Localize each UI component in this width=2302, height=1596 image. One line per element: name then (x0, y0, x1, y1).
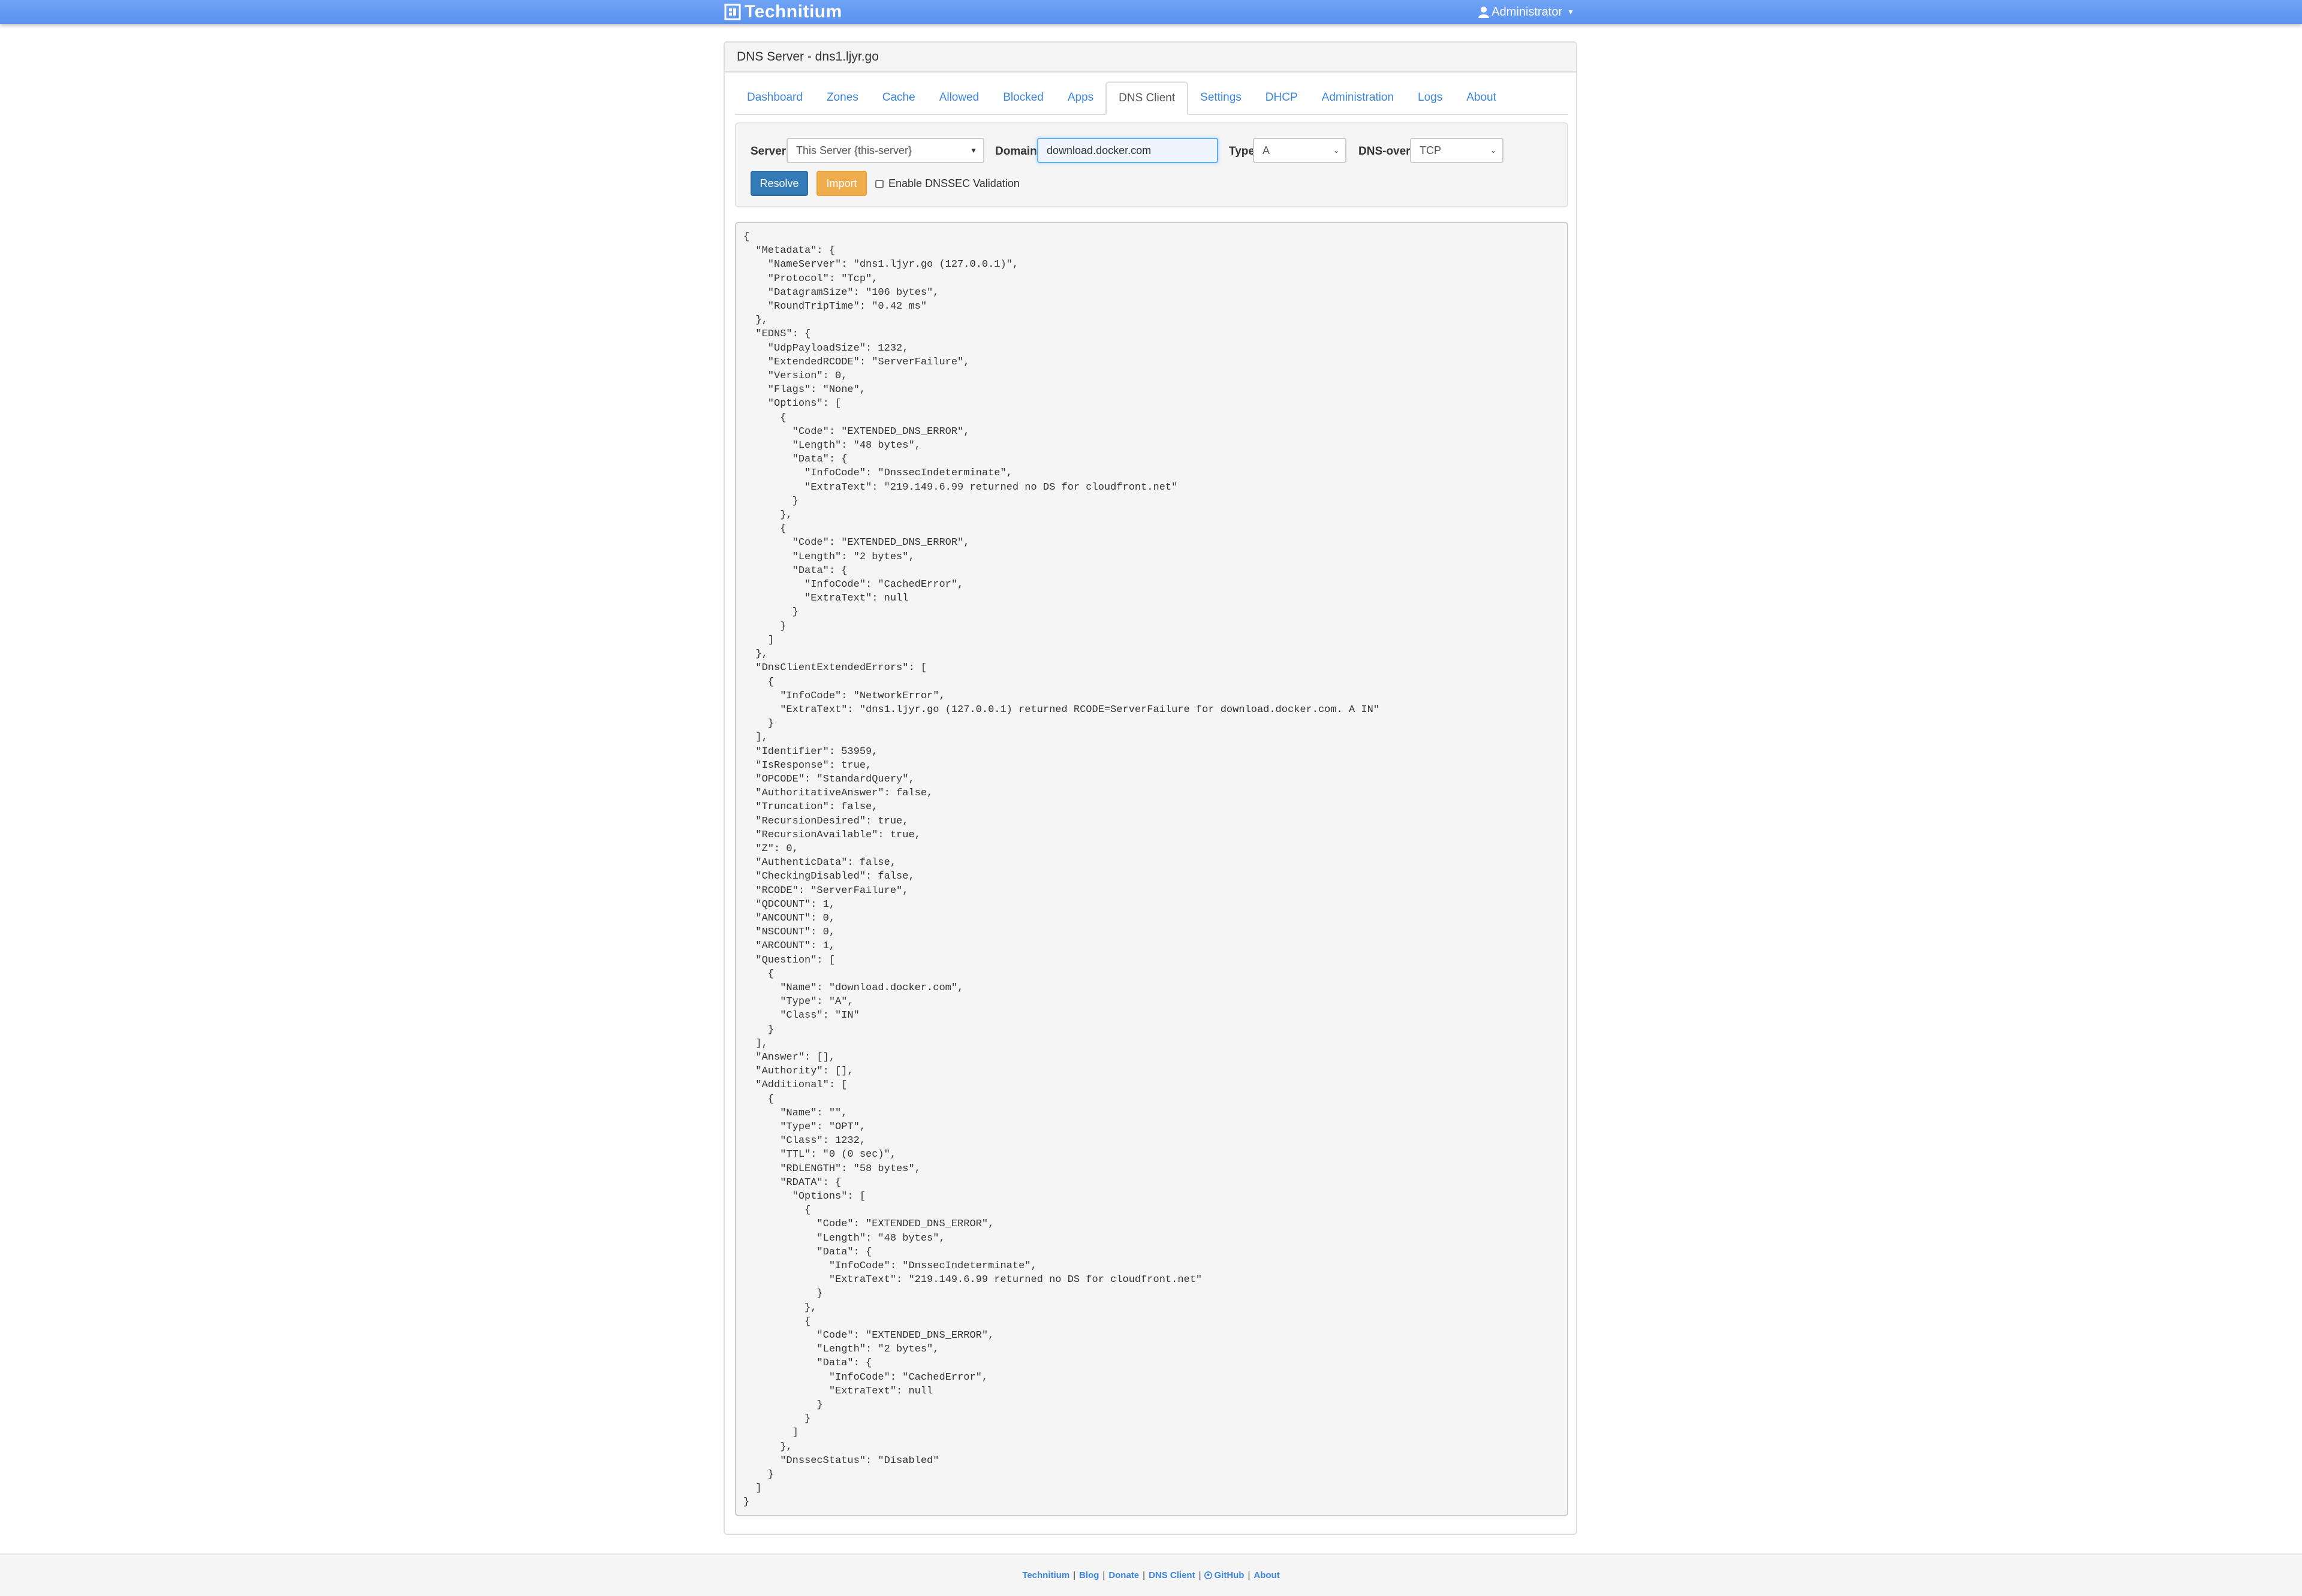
footer-separator: | (1102, 1570, 1105, 1580)
top-navbar: Technitium Administrator ▼ (0, 0, 2302, 24)
dns-client-form: Server This Server {this-server} ▼ Domai… (735, 122, 1568, 207)
github-label: GitHub (1214, 1570, 1245, 1580)
type-label: Type (1229, 145, 1255, 158)
dnssec-checkbox[interactable]: Enable DNSSEC Validation (875, 177, 1020, 190)
response-json: { "Metadata": { "NameServer": "dns1.ljyr… (743, 231, 1379, 1508)
server-label: Server (751, 145, 787, 158)
caret-down-icon: ▼ (1567, 8, 1574, 16)
footer-link-blog[interactable]: Blog (1079, 1570, 1099, 1580)
domain-label: Domain (995, 145, 1037, 158)
tab-zones[interactable]: Zones (815, 82, 870, 114)
chevron-down-icon: ⌄ (1490, 146, 1496, 155)
tab-apps[interactable]: Apps (1056, 82, 1105, 114)
tab-blocked[interactable]: Blocked (991, 82, 1056, 114)
protocol-value: TCP (1420, 144, 1441, 156)
tab-logs[interactable]: Logs (1406, 82, 1454, 114)
brand-name: Technitium (745, 2, 842, 22)
tab-administration[interactable]: Administration (1310, 82, 1406, 114)
import-button[interactable]: Import (816, 171, 867, 196)
technitium-logo-icon (724, 4, 741, 20)
protocol-select[interactable]: TCP ⌄ (1410, 138, 1503, 163)
type-value: A (1263, 144, 1270, 156)
chevron-down-icon: ⌄ (1333, 146, 1339, 155)
caret-down-icon: ▼ (970, 146, 977, 155)
tab-dashboard[interactable]: Dashboard (735, 82, 815, 114)
dnssec-label: Enable DNSSEC Validation (888, 177, 1020, 189)
server-select[interactable]: This Server {this-server} ▼ (787, 138, 984, 163)
footer-separator: | (1198, 1570, 1201, 1580)
server-value: This Server {this-server} (796, 144, 912, 156)
tab-about[interactable]: About (1454, 82, 1508, 114)
github-icon (1204, 1571, 1213, 1579)
tab-bar: Dashboard Zones Cache Allowed Blocked Ap… (735, 82, 1568, 115)
brand-link[interactable]: Technitium (724, 1, 842, 23)
response-output: { "Metadata": { "NameServer": "dns1.ljyr… (735, 222, 1568, 1516)
tab-allowed[interactable]: Allowed (927, 82, 992, 114)
tab-dhcp[interactable]: DHCP (1254, 82, 1310, 114)
type-select[interactable]: A ⌄ (1253, 138, 1346, 163)
protocol-label: DNS-over- (1358, 145, 1414, 158)
footer-separator: | (1073, 1570, 1076, 1580)
user-icon (1478, 7, 1490, 18)
panel-title: DNS Server - dns1.ljyr.go (725, 43, 1576, 73)
tab-cache[interactable]: Cache (870, 82, 927, 114)
tab-settings[interactable]: Settings (1188, 82, 1254, 114)
user-menu[interactable]: Administrator ▼ (1478, 0, 1574, 24)
user-name: Administrator (1492, 5, 1563, 19)
main-panel: DNS Server - dns1.ljyr.go Dashboard Zone… (724, 41, 1577, 1535)
footer-link-donate[interactable]: Donate (1108, 1570, 1139, 1580)
domain-input[interactable]: download.docker.com (1037, 138, 1218, 163)
footer-link-about[interactable]: About (1254, 1570, 1279, 1580)
domain-value: download.docker.com (1047, 144, 1152, 156)
footer-separator: | (1143, 1570, 1146, 1580)
footer-separator: | (1248, 1570, 1251, 1580)
tab-dns-client[interactable]: DNS Client (1105, 82, 1189, 115)
footer-link-github[interactable]: GitHub (1204, 1570, 1244, 1580)
footer-link-dns-client[interactable]: DNS Client (1149, 1570, 1195, 1580)
checkbox-box[interactable] (875, 179, 884, 188)
footer-link-technitium[interactable]: Technitium (1022, 1570, 1069, 1580)
page-footer: Technitium | Blog | Donate | DNS Client … (0, 1553, 2302, 1596)
resolve-button[interactable]: Resolve (751, 171, 808, 196)
